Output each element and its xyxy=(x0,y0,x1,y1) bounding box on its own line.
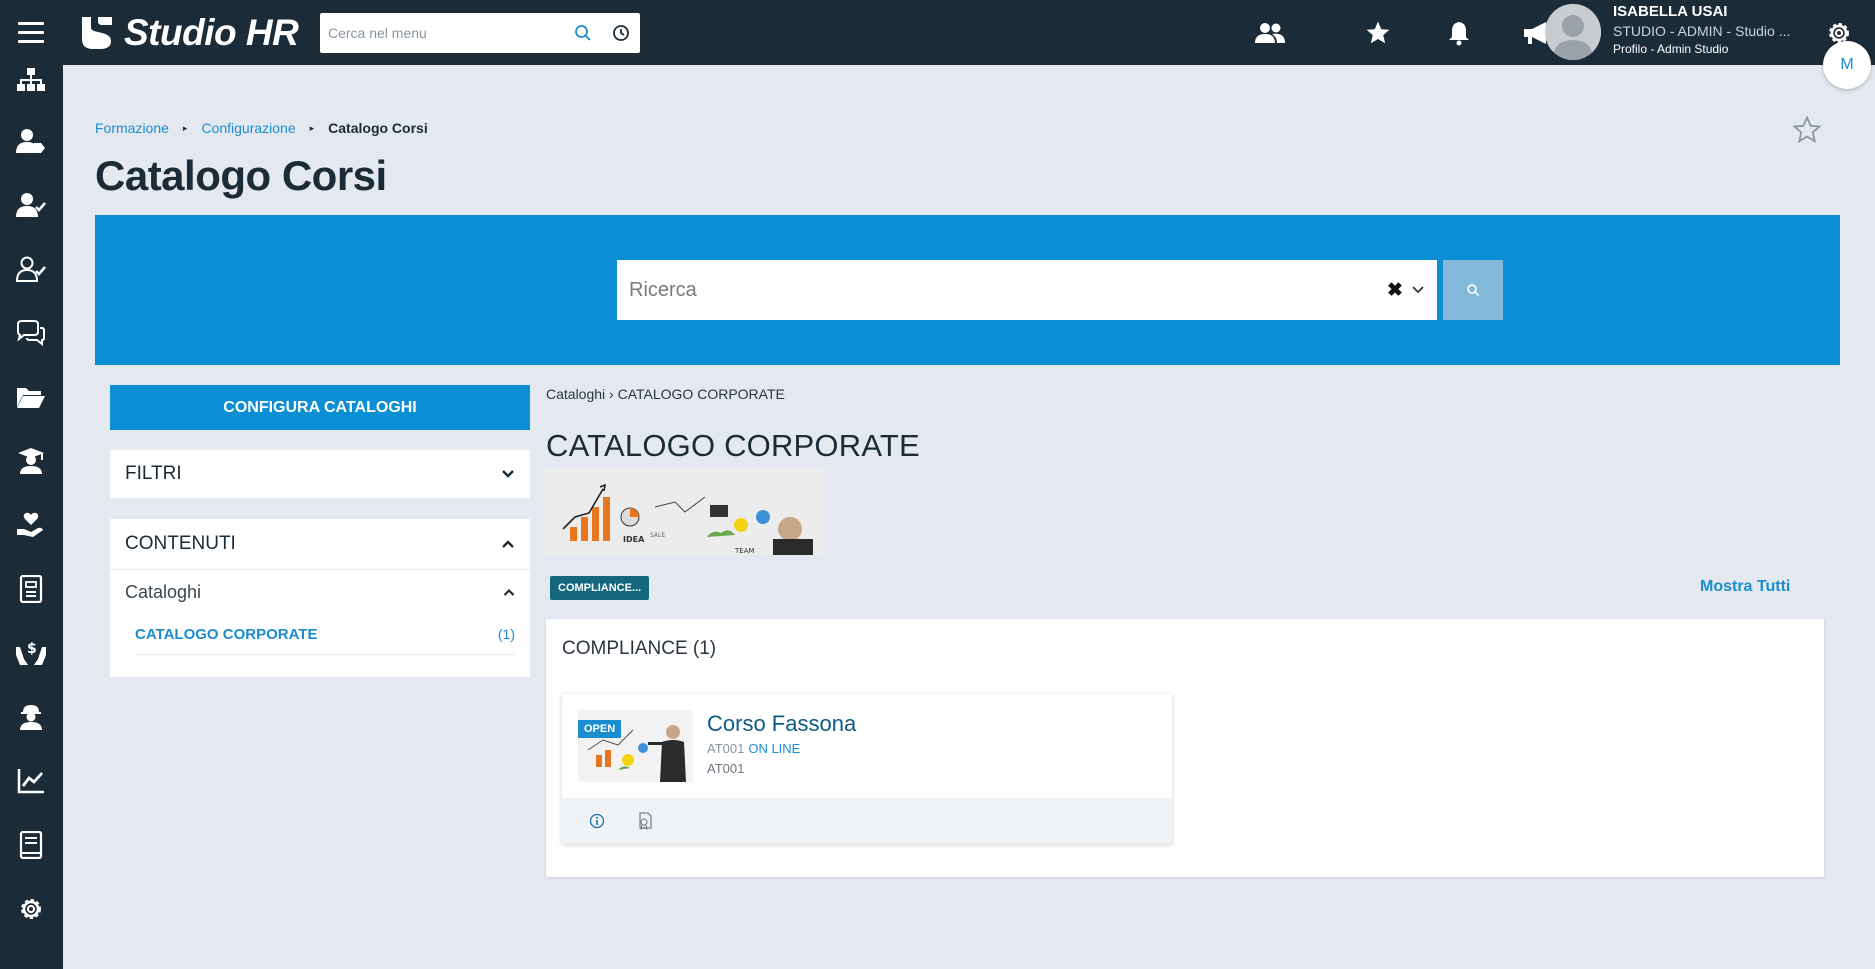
user-name: ISABELLA USAI xyxy=(1613,3,1728,20)
compliance-tag-button[interactable]: COMPLIANCE... xyxy=(550,576,650,600)
catalog-search-box: ✖ xyxy=(617,260,1437,320)
book-icon[interactable] xyxy=(14,830,48,860)
certificate-icon[interactable] xyxy=(634,810,656,832)
contents-panel: CONTENUTI Cataloghi CATALOGO CORPORATE (… xyxy=(110,519,530,677)
course-mode: ON LINE xyxy=(748,741,801,756)
catalog-breadcrumb-separator: › xyxy=(609,386,614,402)
course-name[interactable]: Corso Fassona xyxy=(707,711,856,737)
status-badge: OPEN xyxy=(578,720,622,738)
catalogs-toggle[interactable]: Cataloghi xyxy=(110,570,530,614)
filters-header[interactable]: FILTRI xyxy=(110,450,530,498)
chart-line-icon[interactable] xyxy=(14,766,48,796)
catalog-item-count: (1) xyxy=(497,626,515,642)
catalogs-label: Cataloghi xyxy=(125,581,202,602)
chat-icon[interactable] xyxy=(14,318,48,348)
breadcrumb-separator-icon: ▸ xyxy=(309,122,315,133)
breadcrumb-configurazione[interactable]: Configurazione xyxy=(201,120,295,136)
filters-panel: FILTRI xyxy=(110,450,530,498)
menu-search-input[interactable] xyxy=(320,14,564,52)
catalog-breadcrumb-current: CATALOGO CORPORATE xyxy=(617,386,785,402)
info-icon[interactable] xyxy=(586,810,608,832)
course-card[interactable]: OPEN Corso Fassona AT001 ON LINE AT001 xyxy=(562,694,1172,844)
user-check-outline-icon[interactable] xyxy=(14,254,48,284)
section-title: COMPLIANCE (1) xyxy=(562,638,717,659)
settings-icon[interactable] xyxy=(14,894,48,924)
svg-text:$: $ xyxy=(27,641,37,657)
catalog-breadcrumb: Cataloghi › CATALOGO CORPORATE xyxy=(546,386,785,402)
svg-text:TEAM: TEAM xyxy=(734,547,755,555)
app-name: Studio HR xyxy=(124,12,299,53)
menu-search-box xyxy=(320,13,640,53)
chevron-up-icon xyxy=(502,540,514,548)
users-icon[interactable] xyxy=(1254,18,1286,48)
list-item[interactable]: CATALOGO CORPORATE (1) xyxy=(135,614,515,655)
star-icon[interactable] xyxy=(1362,18,1394,48)
favorite-star-icon[interactable] xyxy=(1792,115,1822,145)
studio-logo-mark-icon xyxy=(82,17,112,49)
breadcrumb: Formazione ▸ Configurazione ▸ Catalogo C… xyxy=(95,120,428,136)
search-banner: ✖ xyxy=(95,215,1840,365)
bell-icon[interactable] xyxy=(1443,18,1475,48)
compliance-section: COMPLIANCE (1) OPEN Corso Fassona AT001 O… xyxy=(546,619,1824,877)
show-all-link[interactable]: Mostra Tutti xyxy=(1700,578,1790,596)
history-icon[interactable] xyxy=(602,13,640,53)
svg-text:IDEA: IDEA xyxy=(623,535,645,544)
catalog-search-input[interactable] xyxy=(617,261,1385,319)
svg-text:SALE: SALE xyxy=(650,532,665,539)
filters-title: FILTRI xyxy=(125,463,182,484)
user-check-icon[interactable] xyxy=(14,190,48,220)
hand-heart-icon[interactable] xyxy=(14,510,48,540)
hands-money-icon[interactable]: $ xyxy=(14,638,48,668)
hamburger-icon[interactable] xyxy=(18,22,44,44)
user-role: STUDIO - ADMIN - Studio ... xyxy=(1613,23,1791,39)
org-chart-icon[interactable] xyxy=(14,65,48,95)
search-button[interactable] xyxy=(1443,260,1503,320)
configure-catalogs-button[interactable]: CONFIGURA CATALOGHI xyxy=(110,385,530,430)
user-profile: Profilo - Admin Studio xyxy=(1613,42,1729,56)
course-code: AT001 xyxy=(707,741,745,756)
folder-open-icon[interactable] xyxy=(14,382,48,412)
card-footer xyxy=(562,798,1172,844)
breadcrumb-separator-icon: ▸ xyxy=(182,122,188,133)
catalog-breadcrumb-root[interactable]: Cataloghi xyxy=(546,386,605,402)
course-meta: AT001 ON LINE xyxy=(707,741,800,756)
contents-header[interactable]: CONTENUTI xyxy=(110,519,530,570)
chevron-up-icon xyxy=(503,588,515,596)
breadcrumb-current: Catalogo Corsi xyxy=(328,120,428,136)
worker-icon[interactable] xyxy=(14,702,48,732)
chevron-down-icon[interactable] xyxy=(1405,275,1431,305)
breadcrumb-formazione[interactable]: Formazione xyxy=(95,120,169,136)
app-logo[interactable]: Studio HR xyxy=(78,12,299,54)
course-code-line: AT001 xyxy=(707,761,745,776)
top-bar: Studio HR ISABELLA USAI STUDIO - ADMIN -… xyxy=(0,0,1875,65)
catalog-item-label: CATALOGO CORPORATE xyxy=(135,625,318,643)
contents-title: CONTENUTI xyxy=(125,533,236,554)
avatar[interactable] xyxy=(1545,4,1601,60)
sidebar: $ xyxy=(0,65,63,969)
graduate-icon[interactable] xyxy=(14,446,48,476)
page-title: Catalogo Corsi xyxy=(95,152,387,199)
catalog-title: CATALOGO CORPORATE xyxy=(546,428,920,463)
user-tag-icon[interactable] xyxy=(14,126,48,156)
search-icon[interactable] xyxy=(564,13,602,53)
user-info[interactable]: ISABELLA USAI STUDIO - ADMIN - Studio ..… xyxy=(1613,2,1813,57)
document-icon[interactable] xyxy=(14,574,48,604)
course-thumbnail: OPEN xyxy=(578,710,693,782)
catalog-image: IDEA TEAM SALE xyxy=(545,467,825,555)
clear-icon[interactable]: ✖ xyxy=(1385,279,1405,302)
assistant-bubble[interactable]: M xyxy=(1823,41,1871,89)
search-icon xyxy=(1467,284,1480,297)
chevron-down-icon xyxy=(502,470,514,478)
